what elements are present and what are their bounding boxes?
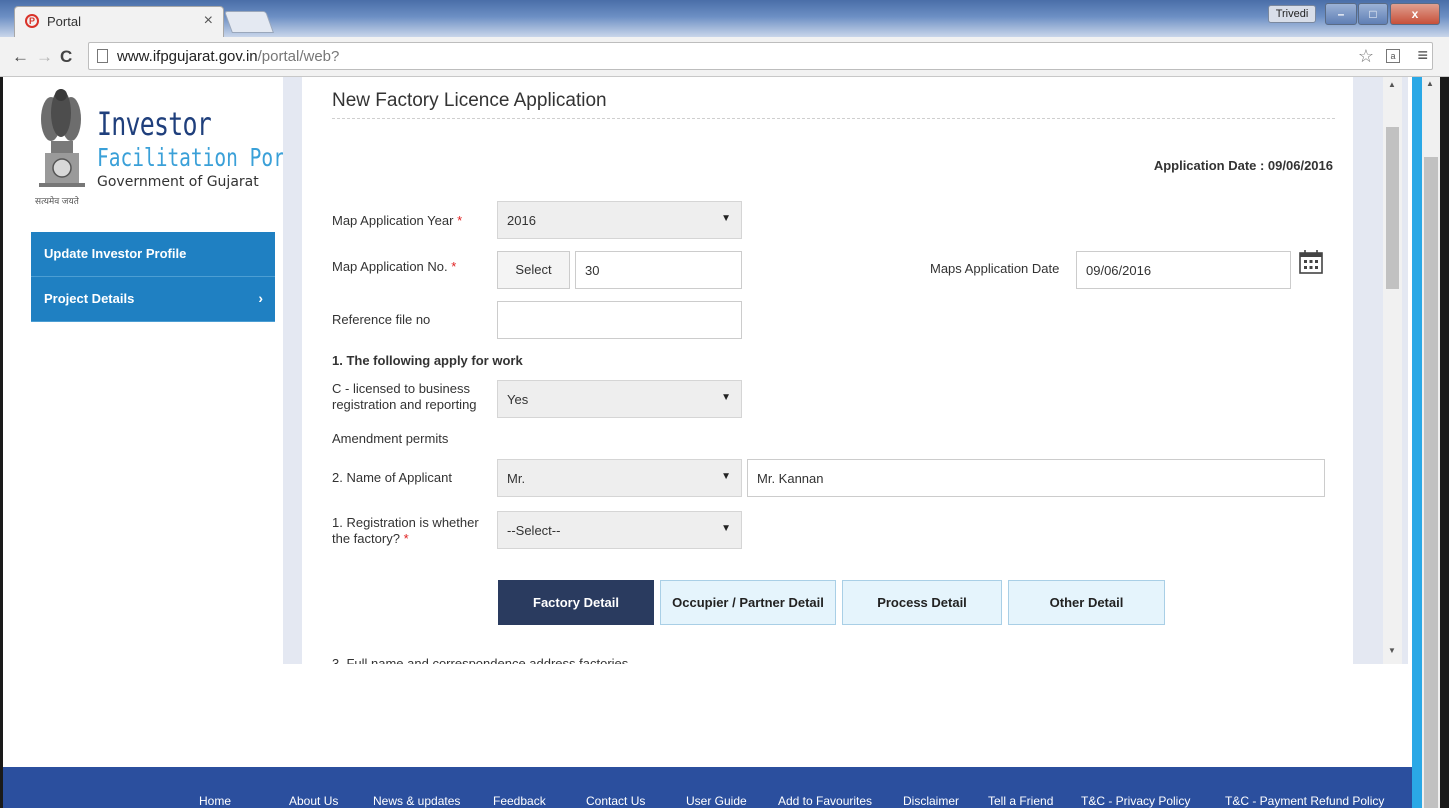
- menu-icon[interactable]: ≡: [1417, 45, 1428, 66]
- c-licensed-value: Yes: [507, 392, 529, 407]
- sidebar-item-label: Project Details: [44, 291, 135, 306]
- section-heading-work: 1. The following apply for work: [332, 353, 523, 368]
- applicant-name-label: 2. Name of Applicant: [332, 470, 452, 485]
- scroll-up-icon[interactable]: ▲: [1388, 80, 1396, 89]
- sidebar-item-update-investor-profile[interactable]: Update Investor Profile: [31, 232, 275, 277]
- applicant-title-select[interactable]: Mr. ▼: [497, 459, 742, 497]
- minimize-button[interactable]: –: [1325, 3, 1357, 25]
- profile-button[interactable]: Trivedi: [1268, 5, 1316, 23]
- registration-select[interactable]: --Select-- ▼: [497, 511, 742, 549]
- c-licensed-label: C - licensed to business registration an…: [332, 381, 477, 413]
- sidebar-menu: Update Investor Profile Project Details …: [31, 232, 275, 322]
- maps-date-input[interactable]: 09/06/2016: [1076, 251, 1291, 289]
- c-licensed-label-line2: registration and reporting: [332, 397, 477, 412]
- map-year-label-text: Map Application Year: [332, 213, 454, 228]
- forward-icon[interactable]: →: [36, 47, 53, 67]
- calendar-icon[interactable]: [1298, 249, 1324, 275]
- page-edge-strip: [1412, 77, 1422, 808]
- form-scrollbar[interactable]: ▲ ▼: [1383, 77, 1402, 664]
- footer-link-home[interactable]: Home: [199, 794, 231, 808]
- footer-link-add-to-favourites[interactable]: Add to Favourites: [778, 794, 872, 808]
- tab-title: Portal: [47, 14, 81, 29]
- sidebar-item-label: Update Investor Profile: [44, 246, 187, 261]
- tab-other-detail[interactable]: Other Detail: [1008, 580, 1165, 625]
- registration-label-line1: 1. Registration is whether: [332, 515, 479, 530]
- dropdown-caret-icon: ▼: [721, 213, 731, 224]
- tab-factory-detail[interactable]: Factory Detail: [498, 580, 654, 625]
- reference-file-label: Reference file no: [332, 312, 431, 327]
- map-no-label-text: Map Application No.: [332, 259, 448, 274]
- star-icon[interactable]: ☆: [1358, 46, 1374, 67]
- tab-close-button[interactable]: ×: [204, 12, 213, 30]
- map-no-input[interactable]: 30: [575, 251, 742, 289]
- left-sidebar: Investor Facilitation Portal Government …: [3, 77, 320, 767]
- logo-investor-text: Investor: [97, 105, 212, 143]
- footer-link-disclaimer[interactable]: Disclaimer: [903, 794, 959, 808]
- map-no-select-button[interactable]: Select: [497, 251, 570, 289]
- url-host: www.ifpgujarat.gov.in: [117, 48, 258, 65]
- extension-icon[interactable]: a: [1386, 49, 1400, 63]
- title-divider: [332, 118, 1335, 119]
- form-scrollbar-thumb[interactable]: [1386, 127, 1399, 289]
- c-licensed-label-line1: C - licensed to business: [332, 381, 471, 396]
- page-title: New Factory Licence Application: [332, 90, 607, 111]
- address-bar[interactable]: www.ifpgujarat.gov.in/portal/web? ☆ a ≡: [88, 42, 1433, 70]
- browser-tab[interactable]: P Portal ×: [14, 6, 224, 37]
- logo-government-text: Government of Gujarat: [97, 174, 259, 190]
- amendment-permits-label: Amendment permits: [332, 431, 449, 446]
- favicon-icon: P: [25, 14, 39, 28]
- dropdown-caret-icon: ▼: [721, 471, 731, 482]
- applicant-name-input[interactable]: Mr. Kannan: [747, 459, 1325, 497]
- reload-icon[interactable]: C: [60, 47, 72, 67]
- page-scrollbar[interactable]: ▲: [1422, 77, 1440, 808]
- scroll-down-icon[interactable]: ▼: [1388, 646, 1396, 655]
- application-date: Application Date : 09/06/2016: [1153, 158, 1333, 173]
- registration-value: --Select--: [507, 523, 561, 538]
- dropdown-caret-icon: ▼: [721, 392, 731, 403]
- browser-toolbar: ← → C www.ifpgujarat.gov.in/portal/web? …: [0, 37, 1449, 77]
- map-year-label: Map Application Year *: [332, 213, 462, 229]
- footer-link-news-updates[interactable]: News & updates: [373, 794, 460, 808]
- section-heading-address: 3. Full name and correspondence address …: [332, 656, 629, 664]
- required-marker: *: [457, 213, 463, 228]
- application-form-panel: New Factory Licence Application Applicat…: [302, 77, 1353, 664]
- footer-link-user-guide[interactable]: User Guide: [686, 794, 747, 808]
- browser-titlebar: P Portal × Trivedi – □ x: [0, 0, 1449, 37]
- url-text[interactable]: www.ifpgujarat.gov.in/portal/web?: [117, 48, 339, 65]
- map-no-label: Map Application No. *: [332, 259, 456, 275]
- c-licensed-select[interactable]: Yes ▼: [497, 380, 742, 418]
- map-year-select[interactable]: 2016 ▼: [497, 201, 742, 239]
- chevron-right-icon: ›: [258, 290, 263, 306]
- tab-process-detail[interactable]: Process Detail: [842, 580, 1002, 625]
- dropdown-caret-icon: ▼: [721, 523, 731, 534]
- footer-link-contact-us[interactable]: Contact Us: [586, 794, 645, 808]
- sidebar-item-project-details[interactable]: Project Details ›: [31, 277, 275, 322]
- scroll-up-icon[interactable]: ▲: [1426, 79, 1434, 88]
- footer-link-tell-a-friend[interactable]: Tell a Friend: [988, 794, 1053, 808]
- footer-link-feedback[interactable]: Feedback: [493, 794, 546, 808]
- registration-label-line2: the factory?: [332, 531, 400, 546]
- footer-link-payment-refund-policy[interactable]: T&C - Payment Refund Policy: [1225, 794, 1384, 808]
- back-icon[interactable]: ←: [12, 47, 29, 67]
- new-tab-button[interactable]: [223, 11, 275, 33]
- emblem-icon: [39, 89, 85, 187]
- close-window-button[interactable]: x: [1390, 3, 1440, 25]
- logo-motto: सत्यमेव जयते: [35, 196, 79, 206]
- required-marker: *: [403, 531, 409, 546]
- site-footer: Home About Us News & updates Feedback Co…: [3, 767, 1412, 808]
- page-scrollbar-thumb[interactable]: [1424, 157, 1438, 808]
- reference-file-input[interactable]: [497, 301, 742, 339]
- required-marker: *: [451, 259, 457, 274]
- footer-link-privacy-policy[interactable]: T&C - Privacy Policy: [1081, 794, 1190, 808]
- registration-label: 1. Registration is whether the factory? …: [332, 515, 479, 547]
- tab-occupier-partner-detail[interactable]: Occupier / Partner Detail: [660, 580, 836, 625]
- map-year-value: 2016: [507, 213, 536, 228]
- url-path: /portal/web?: [257, 48, 340, 65]
- maps-date-label: Maps Application Date: [930, 261, 1060, 276]
- maximize-button[interactable]: □: [1358, 3, 1388, 25]
- applicant-title-value: Mr.: [507, 471, 526, 486]
- page-icon: [97, 49, 108, 63]
- footer-link-about-us[interactable]: About Us: [289, 794, 338, 808]
